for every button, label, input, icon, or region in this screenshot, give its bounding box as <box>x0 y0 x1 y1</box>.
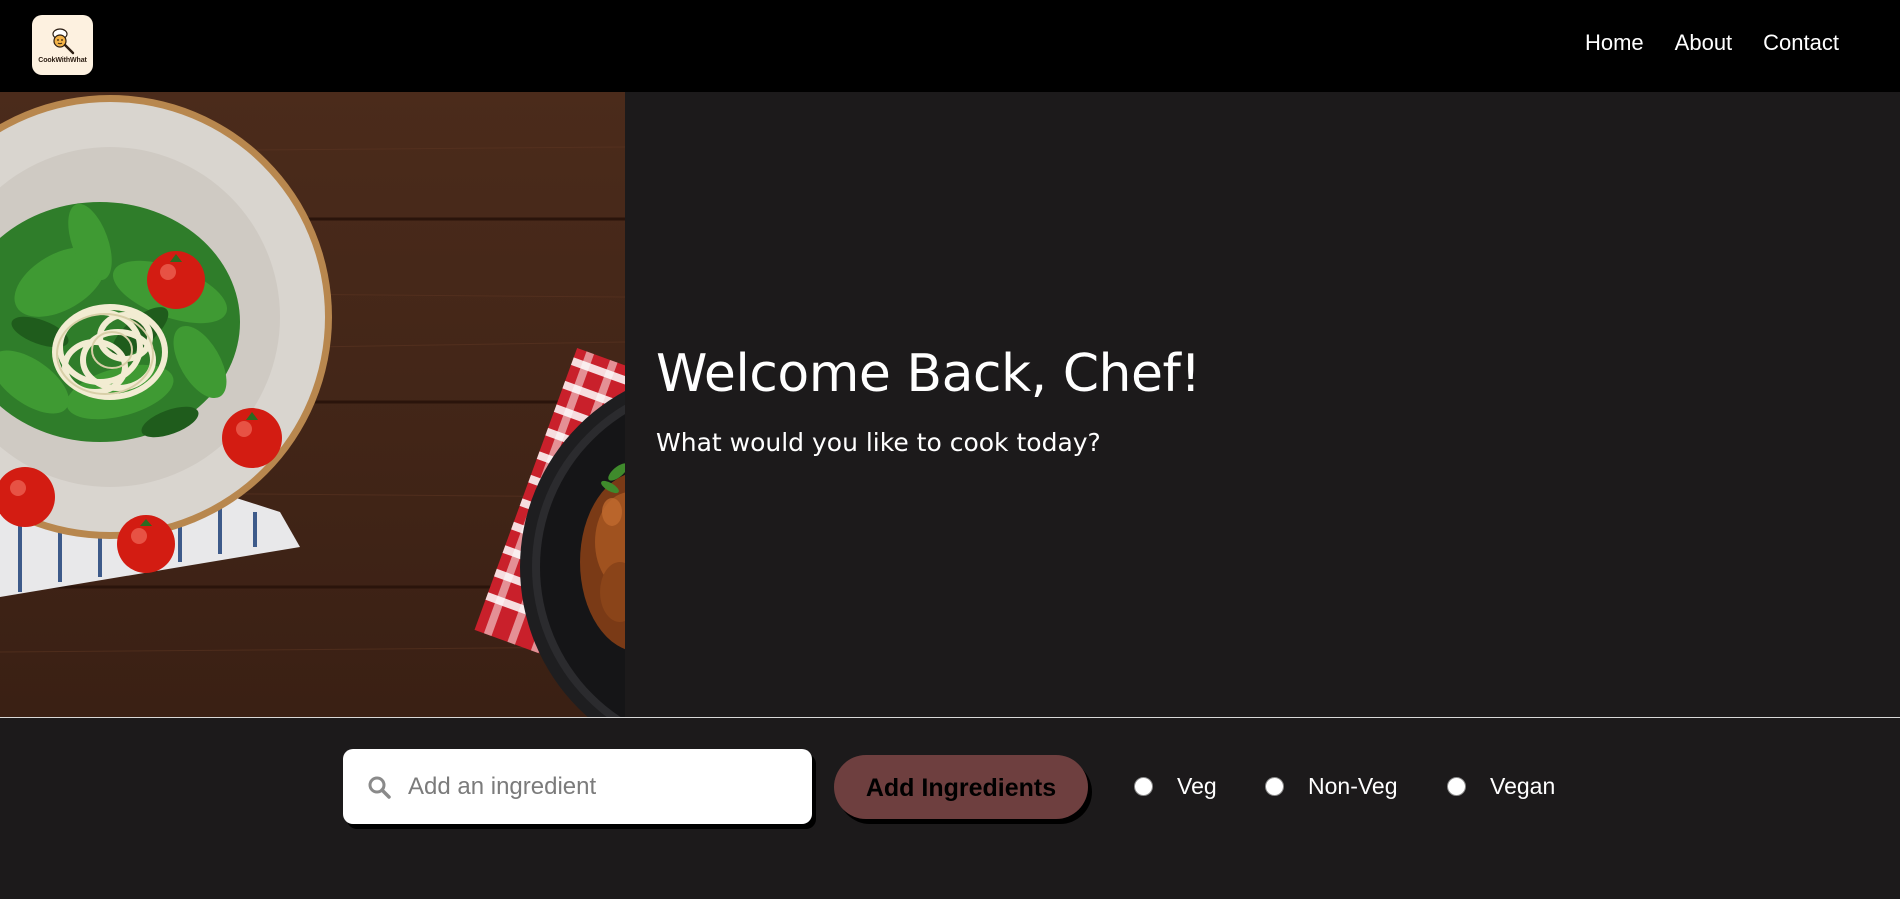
nav-home-link[interactable]: Home <box>1585 30 1644 56</box>
section-divider <box>0 717 1900 718</box>
hero-title: Welcome Back, Chef! <box>656 344 1201 404</box>
vegan-radio[interactable] <box>1447 777 1466 796</box>
navbar: CookWithWhat Home About Contact <box>0 0 1900 92</box>
non-veg-radio[interactable] <box>1265 777 1284 796</box>
filter-non-veg[interactable]: Non-Veg <box>1265 773 1398 800</box>
non-veg-label: Non-Veg <box>1308 773 1398 799</box>
hero-text-block: Welcome Back, Chef! What would you like … <box>656 344 1201 457</box>
add-ingredients-button[interactable]: Add Ingredients <box>834 755 1088 819</box>
vegan-label: Vegan <box>1490 773 1556 799</box>
hero-subtitle: What would you like to cook today? <box>656 428 1101 457</box>
food-photo <box>0 92 625 717</box>
brand-logo[interactable]: CookWithWhat <box>32 15 93 75</box>
veg-label: Veg <box>1177 773 1217 799</box>
nav-menu: Home About Contact <box>1554 30 1839 56</box>
search-icon <box>366 774 392 800</box>
nav-about-link[interactable]: About <box>1675 30 1733 56</box>
filter-veg[interactable]: Veg <box>1134 773 1217 800</box>
filter-vegan[interactable]: Vegan <box>1447 773 1555 800</box>
nav-contact-link[interactable]: Contact <box>1763 30 1839 56</box>
veg-radio[interactable] <box>1134 777 1153 796</box>
hero-food-image <box>0 92 625 717</box>
ingredient-search-box[interactable] <box>343 749 812 824</box>
brand-logo-text: CookWithWhat <box>38 57 87 64</box>
ingredient-input[interactable] <box>406 766 786 807</box>
chef-magnifier-icon <box>51 28 74 55</box>
